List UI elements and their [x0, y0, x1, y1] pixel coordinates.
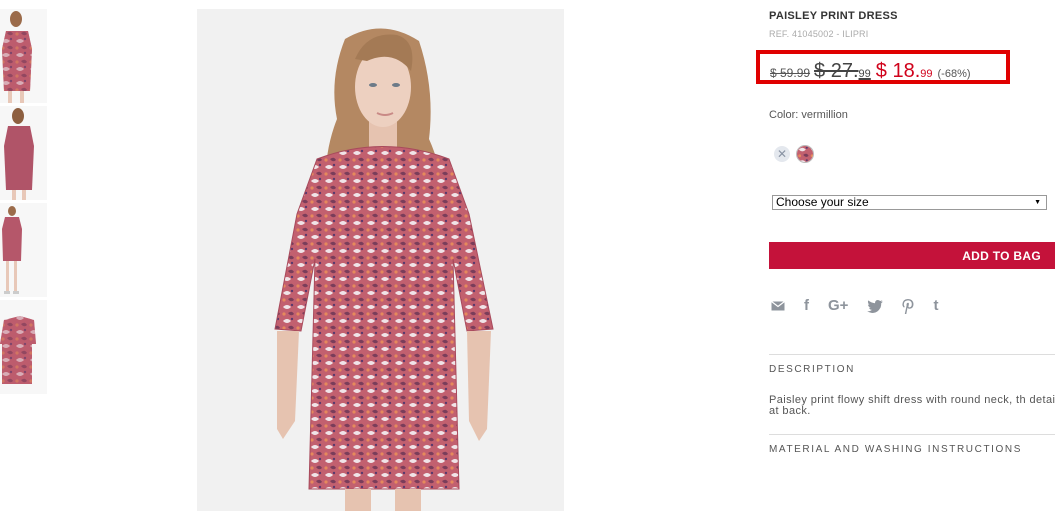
divider — [769, 434, 1055, 435]
original-price: $ 59.99 — [770, 66, 811, 80]
thumbnail-full-length[interactable] — [0, 203, 47, 297]
price-highlight-box: $ 59.99 $ 27.99 $ 18.99 (-68%) — [756, 50, 1010, 84]
model-wearing-dress-image — [197, 9, 564, 511]
twitter-icon[interactable] — [867, 296, 884, 316]
discount-percent: (-68%) — [937, 68, 971, 80]
facebook-icon[interactable]: f — [804, 296, 809, 316]
dress-back-thumb-image — [0, 106, 47, 200]
dress-full-thumb-image — [0, 203, 47, 297]
main-product-image[interactable] — [197, 9, 564, 511]
divider — [769, 354, 1055, 355]
thumbnail-flat[interactable] — [0, 300, 47, 394]
color-swatches: ✕ — [774, 145, 814, 163]
add-to-bag-button[interactable]: ADD TO BAG — [769, 242, 1055, 269]
share-icons: f G+ t — [771, 296, 957, 316]
previous-price-cents: 99 — [858, 68, 871, 80]
thumbnail-list — [0, 9, 47, 397]
dress-flat-thumb-image — [0, 300, 47, 394]
sale-price-cents: 99 — [920, 68, 933, 80]
paisley-pattern-icon — [797, 146, 813, 162]
material-washing-heading[interactable]: MATERIAL AND WASHING INSTRUCTIONS — [769, 444, 1022, 455]
thumbnail-back[interactable] — [0, 106, 47, 200]
pinterest-icon[interactable] — [902, 296, 914, 316]
size-select[interactable]: Choose your size ▼ — [772, 195, 1047, 210]
color-label: Color: vermillion — [769, 109, 848, 121]
tumblr-icon[interactable]: t — [933, 296, 938, 316]
previous-price-main: $ 27. — [814, 60, 859, 82]
sale-price-main: $ 18. — [875, 60, 921, 82]
google-plus-icon[interactable]: G+ — [828, 296, 848, 316]
mail-icon[interactable] — [771, 296, 785, 316]
sale-price: $ 18.99 — [876, 60, 933, 83]
thumbnail-front[interactable] — [0, 9, 47, 103]
price-row: $ 59.99 $ 27.99 $ 18.99 (-68%) — [770, 60, 971, 83]
paisley-swatch[interactable] — [796, 145, 814, 163]
dress-front-thumb-image — [0, 9, 47, 103]
previous-price: $ 27.99 — [814, 60, 871, 83]
chevron-down-icon: ▼ — [1034, 199, 1041, 206]
size-select-value: Choose your size — [776, 195, 869, 209]
description-heading[interactable]: DESCRIPTION — [769, 364, 855, 375]
close-icon[interactable]: ✕ — [774, 146, 790, 162]
product-reference: REF. 41045002 - ILIPRI — [769, 29, 869, 39]
product-title: PAISLEY PRINT DRESS — [769, 10, 898, 22]
description-text: Paisley print flowy shift dress with rou… — [769, 394, 1055, 417]
add-to-bag-label: ADD TO BAG — [962, 249, 1041, 263]
